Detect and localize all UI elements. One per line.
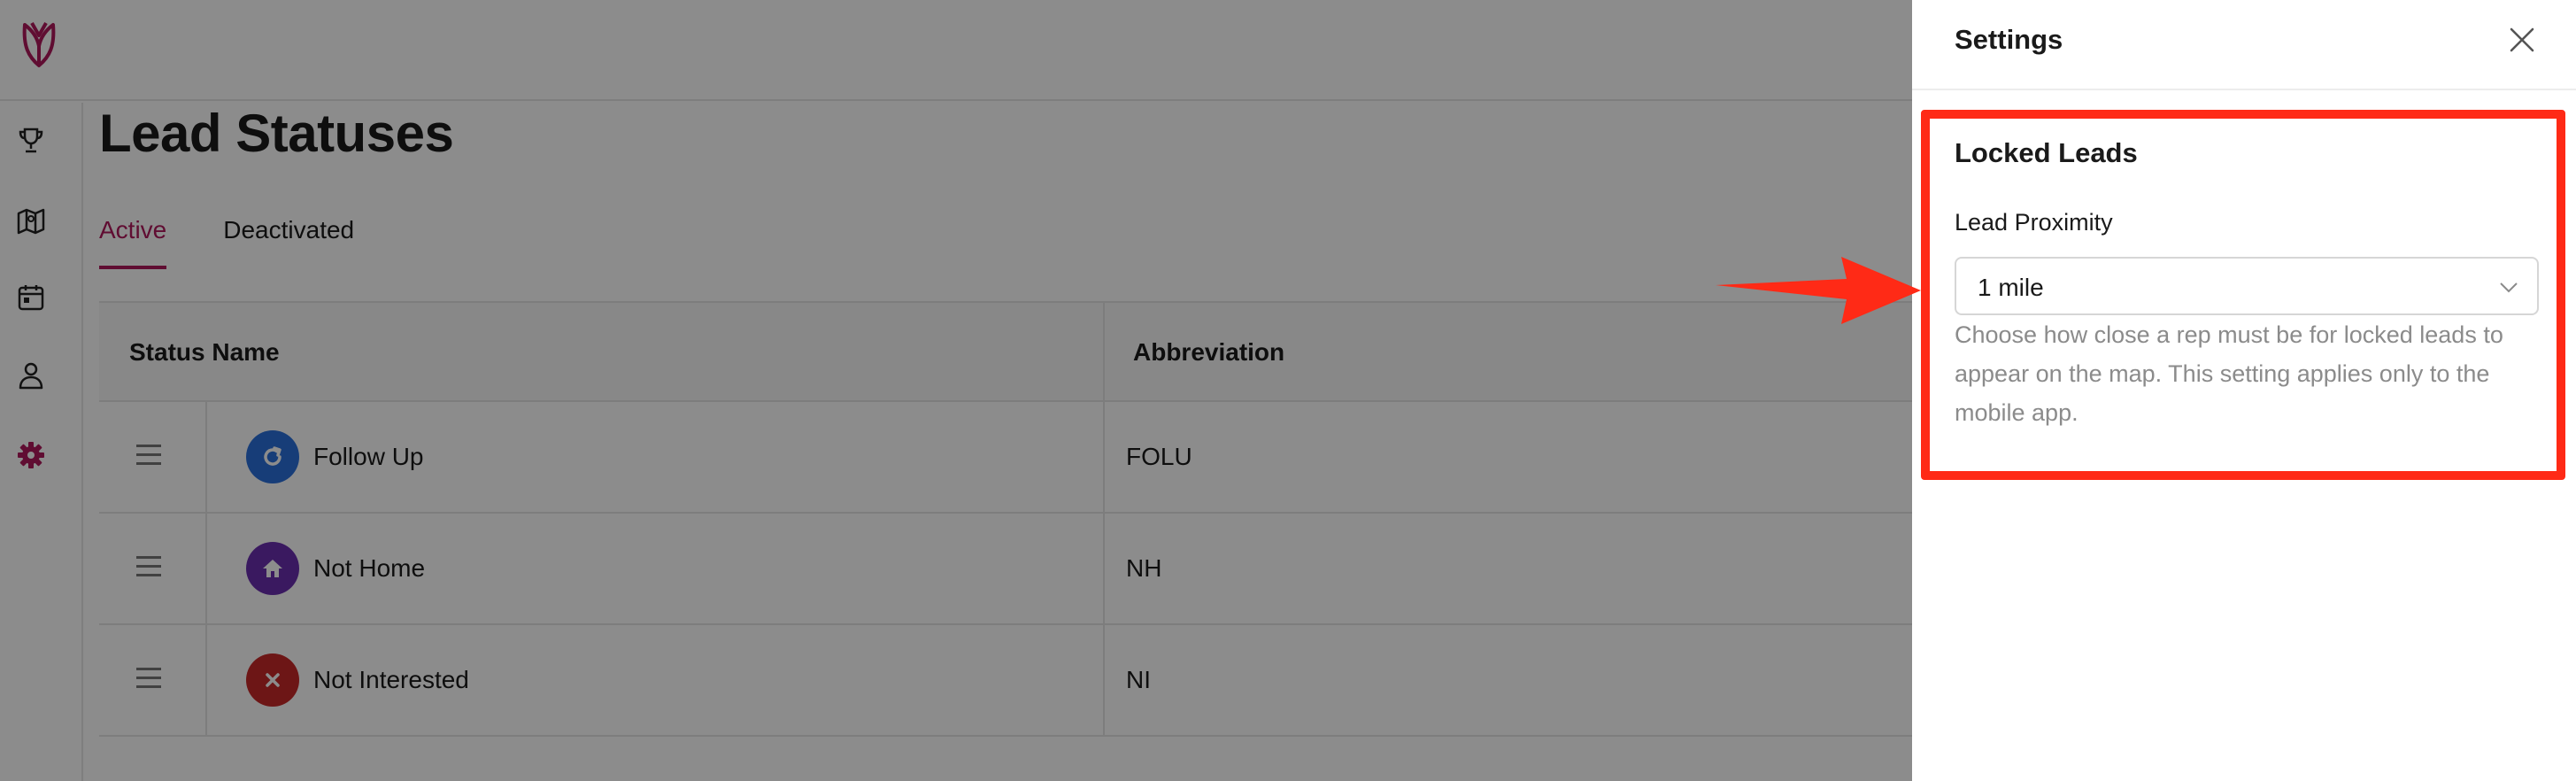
annotation-arrow-icon — [1716, 257, 1921, 324]
drawer-header: Settings — [1912, 0, 2576, 90]
close-button[interactable] — [2500, 18, 2544, 62]
annotation-highlight-box — [1921, 110, 2565, 480]
drawer-title: Settings — [1955, 24, 2063, 55]
close-icon — [2510, 27, 2534, 52]
